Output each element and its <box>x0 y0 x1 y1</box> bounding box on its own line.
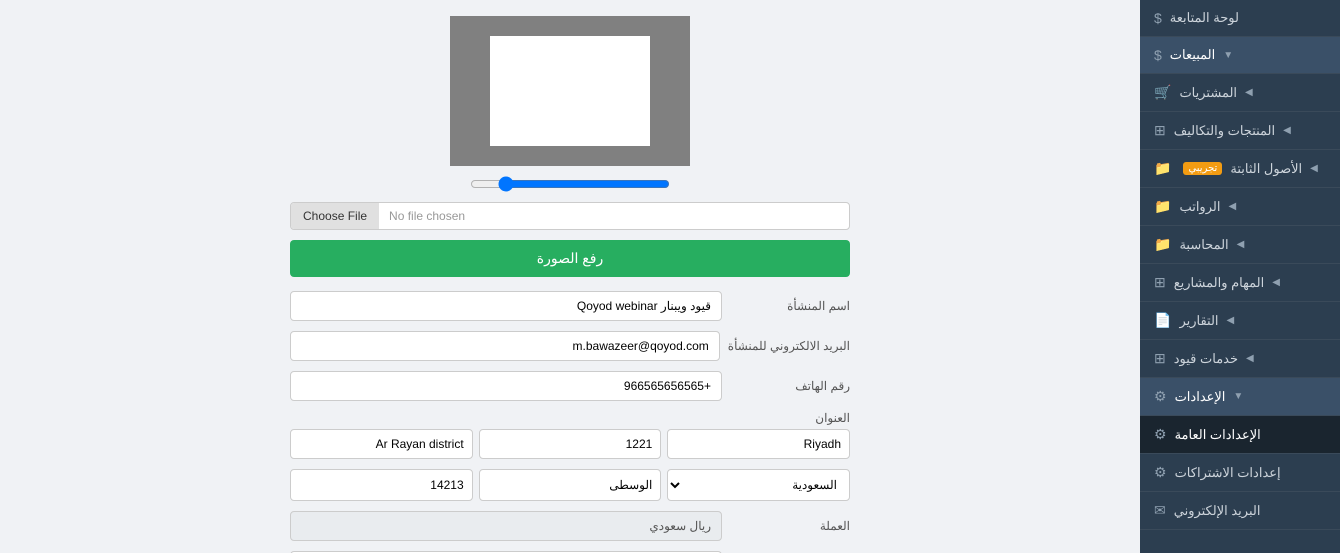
zip-input[interactable] <box>479 429 662 459</box>
sidebar-item-payroll[interactable]: ◀ الرواتب 📁 <box>1140 188 1340 226</box>
company-email-input[interactable] <box>290 331 720 361</box>
sidebar-item-label: المهام والمشاريع <box>1174 275 1264 291</box>
address-row-2: السعودية <box>290 469 850 501</box>
sidebar-item-general-settings[interactable]: الإعدادات العامة ⚙ <box>1140 416 1340 454</box>
trial-badge: تجريبي <box>1183 162 1222 175</box>
company-phone-field: رقم الهاتف <box>290 371 850 401</box>
sidebar: لوحة المتابعة $ ▼ المبيعات $ ◀ المشتريات… <box>1140 0 1340 553</box>
settings-icon: ⚙ <box>1154 388 1167 405</box>
sidebar-item-label: المحاسبة <box>1179 237 1228 253</box>
sidebar-item-label: الرواتب <box>1179 199 1220 215</box>
city-input[interactable] <box>667 429 850 459</box>
company-phone-input[interactable] <box>290 371 722 401</box>
services-icon: ⊞ <box>1154 350 1166 367</box>
company-email-label: البريد الالكتروني للمنشأة <box>728 339 850 353</box>
chevron-down-icon: ▼ <box>1233 391 1243 402</box>
chevron-icon: ◀ <box>1310 163 1318 174</box>
sidebar-item-sales[interactable]: ▼ المبيعات $ <box>1140 37 1340 74</box>
tasks-icon: ⊞ <box>1154 274 1166 291</box>
sidebar-item-subscription-settings[interactable]: إعدادات الاشتراكات ⚙ <box>1140 454 1340 492</box>
sidebar-item-label: البريد الإلكتروني <box>1174 503 1261 519</box>
sidebar-item-settings[interactable]: ▼ الإعدادات ⚙ <box>1140 378 1340 416</box>
image-zoom-slider[interactable] <box>470 176 670 192</box>
sales-icon: $ <box>1154 47 1162 63</box>
region-input[interactable] <box>479 469 662 501</box>
sidebar-item-reports[interactable]: ◀ التقارير 📄 <box>1140 302 1340 340</box>
accounting-icon: 📁 <box>1154 236 1171 253</box>
company-name-input[interactable] <box>290 291 722 321</box>
chevron-icon: ◀ <box>1246 353 1254 364</box>
sidebar-item-qoyod-services[interactable]: ◀ خدمات قيود ⊞ <box>1140 340 1340 378</box>
chevron-icon: ◀ <box>1228 201 1236 212</box>
currency-label: العملة <box>730 519 850 533</box>
products-icon: ⊞ <box>1154 122 1166 139</box>
email-icon: ✉ <box>1154 502 1166 519</box>
sidebar-item-label: المنتجات والتكاليف <box>1174 123 1275 139</box>
assets-icon: 📁 <box>1154 160 1171 177</box>
sidebar-item-label: الإعدادات العامة <box>1175 427 1261 443</box>
company-name-field: اسم المنشأة <box>290 291 850 321</box>
choose-file-button[interactable]: Choose File <box>291 203 379 229</box>
payroll-icon: 📁 <box>1154 198 1171 215</box>
file-chosen-label: No file chosen <box>379 203 849 229</box>
chevron-icon: ◀ <box>1283 125 1291 136</box>
company-phone-label: رقم الهاتف <box>730 379 850 393</box>
image-upload-area <box>450 16 690 166</box>
sidebar-item-label: الأصول الثابتة <box>1230 161 1302 177</box>
sidebar-item-label: المبيعات <box>1170 47 1215 63</box>
sidebar-item-label: لوحة المتابعة <box>1170 10 1239 26</box>
company-email-field: البريد الالكتروني للمنشأة <box>290 331 850 361</box>
settings-form: Choose File No file chosen رفع الصورة اس… <box>290 16 850 553</box>
sidebar-item-email-settings[interactable]: البريد الإلكتروني ✉ <box>1140 492 1340 530</box>
sidebar-item-dashboard[interactable]: لوحة المتابعة $ <box>1140 0 1340 37</box>
general-settings-icon: ⚙ <box>1154 426 1167 443</box>
chevron-icon: ◀ <box>1272 277 1280 288</box>
sidebar-item-fixed-assets[interactable]: ◀ الأصول الثابتة تجريبي 📁 <box>1140 150 1340 188</box>
district-input[interactable] <box>290 429 473 459</box>
sidebar-item-purchases[interactable]: ◀ المشتريات 🛒 <box>1140 74 1340 112</box>
postal-input[interactable] <box>290 469 473 501</box>
address-row-1: العنوان <box>290 411 850 459</box>
dashboard-icon: $ <box>1154 10 1162 26</box>
sidebar-item-label: التقارير <box>1179 313 1218 329</box>
address-label: العنوان <box>290 411 850 425</box>
sidebar-item-label: خدمات قيود <box>1174 351 1238 367</box>
subscription-icon: ⚙ <box>1154 464 1167 481</box>
chevron-icon: ◀ <box>1237 239 1245 250</box>
sidebar-item-label: إعدادات الاشتراكات <box>1175 465 1281 481</box>
address-inputs <box>290 429 850 459</box>
sidebar-item-label: الإعدادات <box>1175 389 1226 405</box>
purchases-icon: 🛒 <box>1154 84 1171 101</box>
country-select[interactable]: السعودية <box>667 469 850 501</box>
sidebar-item-products[interactable]: ◀ المنتجات والتكاليف ⊞ <box>1140 112 1340 150</box>
upload-image-button[interactable]: رفع الصورة <box>290 240 850 277</box>
sidebar-item-accounting[interactable]: ◀ المحاسبة 📁 <box>1140 226 1340 264</box>
chevron-down-icon: ▼ <box>1223 50 1233 61</box>
sidebar-item-label: المشتريات <box>1179 85 1237 101</box>
file-input-row: Choose File No file chosen <box>290 202 850 230</box>
reports-icon: 📄 <box>1154 312 1171 329</box>
image-preview <box>490 36 650 146</box>
company-name-label: اسم المنشأة <box>730 299 850 313</box>
currency-input <box>290 511 722 541</box>
sidebar-item-tasks[interactable]: ◀ المهام والمشاريع ⊞ <box>1140 264 1340 302</box>
chevron-icon: ◀ <box>1227 315 1235 326</box>
currency-field: العملة <box>290 511 850 541</box>
chevron-icon: ◀ <box>1245 87 1253 98</box>
main-content: Choose File No file chosen رفع الصورة اس… <box>0 0 1140 553</box>
image-slider-container <box>290 176 850 192</box>
